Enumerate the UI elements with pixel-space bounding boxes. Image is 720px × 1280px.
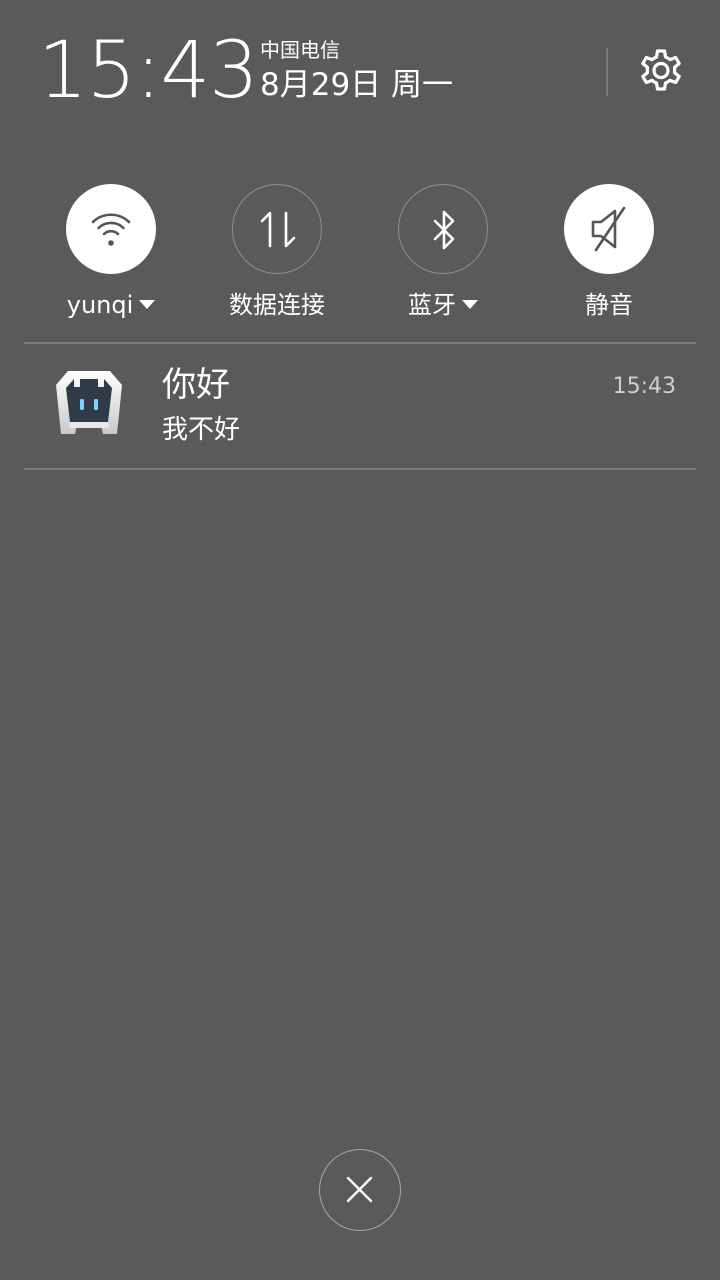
close-icon — [346, 1176, 373, 1203]
wifi-icon — [91, 213, 131, 246]
toggle-bluetooth-label-row[interactable]: 蓝牙 — [354, 288, 532, 322]
status-header: 15:43 中国电信 8月29日 周一 — [0, 0, 720, 130]
notification-title: 你好 — [162, 365, 230, 405]
bluetooth-icon — [433, 210, 455, 250]
settings-button[interactable] — [634, 46, 688, 100]
mute-icon — [591, 206, 626, 252]
carrier-name: 中国电信 — [260, 38, 340, 62]
notification-text: 我不好 — [162, 415, 241, 445]
toggle-data[interactable]: 数据连接 — [188, 184, 368, 324]
notification-item[interactable]: 你好 我不好 15:43 — [24, 344, 696, 468]
date-label: 8月29日 周一 — [260, 67, 454, 103]
toggle-wifi-label-row[interactable]: yunqi — [22, 288, 200, 322]
clock-time: 15:43 — [38, 26, 259, 116]
toggle-wifi-label: yunqi — [66, 291, 134, 319]
toggle-data-label-row: 数据连接 — [188, 288, 366, 322]
header-divider — [606, 48, 608, 96]
toggle-bluetooth-circle[interactable] — [398, 184, 488, 274]
toggle-mute-label-row: 静音 — [520, 288, 698, 322]
toggle-mute-label: 静音 — [585, 291, 633, 319]
toggle-mute[interactable]: 静音 — [520, 184, 700, 324]
toggle-mute-circle[interactable] — [564, 184, 654, 274]
divider-bottom — [24, 468, 696, 470]
data-arrows-icon — [260, 211, 296, 248]
notification-time: 15:43 — [612, 374, 676, 399]
quick-toggles: yunqi 数据连接 蓝牙 静音 — [0, 184, 720, 324]
toggle-data-label: 数据连接 — [229, 291, 325, 319]
chevron-down-icon[interactable] — [462, 299, 478, 309]
toggle-bluetooth[interactable]: 蓝牙 — [354, 184, 534, 324]
gear-icon — [641, 49, 681, 91]
toggle-wifi[interactable]: yunqi — [22, 184, 202, 324]
cordova-app-icon — [56, 371, 122, 434]
dismiss-all-button[interactable] — [319, 1149, 401, 1231]
toggle-wifi-circle[interactable] — [66, 184, 156, 274]
chevron-down-icon[interactable] — [139, 299, 156, 309]
toggle-data-circle[interactable] — [232, 184, 322, 274]
toggle-bluetooth-label: 蓝牙 — [408, 291, 456, 319]
